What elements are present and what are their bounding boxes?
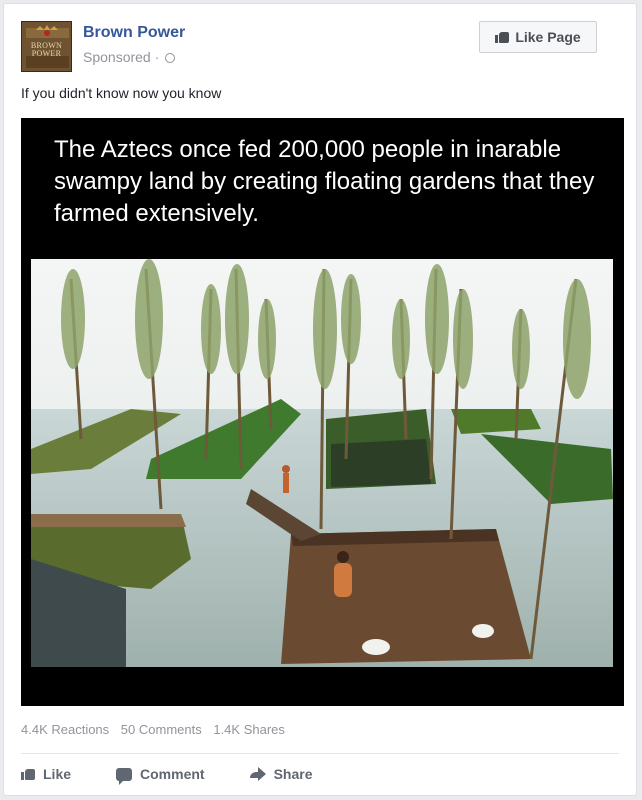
sponsored-label[interactable]: Sponsored · [83,49,176,65]
like-label: Like [43,766,72,782]
floating-gardens-photo [31,259,613,667]
avatar-logo-text: BROWN POWER [30,41,63,58]
share-arrow-icon [249,767,266,781]
comments-count[interactable]: 50 Comments [121,722,202,737]
reactions-count[interactable]: 4.4K Reactions [21,722,109,737]
like-page-button[interactable]: Like Page [479,21,597,53]
post-image[interactable]: The Aztecs once fed 200,000 people in in… [21,118,624,706]
post-caption: If you didn't know now you know [21,85,222,101]
shares-count[interactable]: 1.4K Shares [213,722,285,737]
comment-label: Comment [140,766,205,782]
thumbs-up-icon [495,31,510,43]
post-actions: Like Comment Share [21,762,313,786]
thumbs-up-icon [21,768,35,780]
actions-divider [21,753,619,754]
sponsored-post: BROWN POWER Brown Power Sponsored · Like… [3,3,637,796]
globe-icon [165,53,176,63]
image-overlay-text: The Aztecs once fed 200,000 people in in… [54,136,595,227]
share-button[interactable]: Share [249,762,313,786]
page-name-link[interactable]: Brown Power [83,24,185,42]
engagement-stats: 4.4K Reactions 50 Comments 1.4K Shares [21,722,293,737]
comment-button[interactable]: Comment [116,762,205,786]
like-button[interactable]: Like [21,762,71,786]
comment-bubble-icon [116,767,133,785]
share-label: Share [273,766,313,782]
like-page-label: Like Page [515,29,581,45]
page-avatar[interactable]: BROWN POWER [21,21,72,72]
sponsored-text: Sponsored [83,49,151,65]
